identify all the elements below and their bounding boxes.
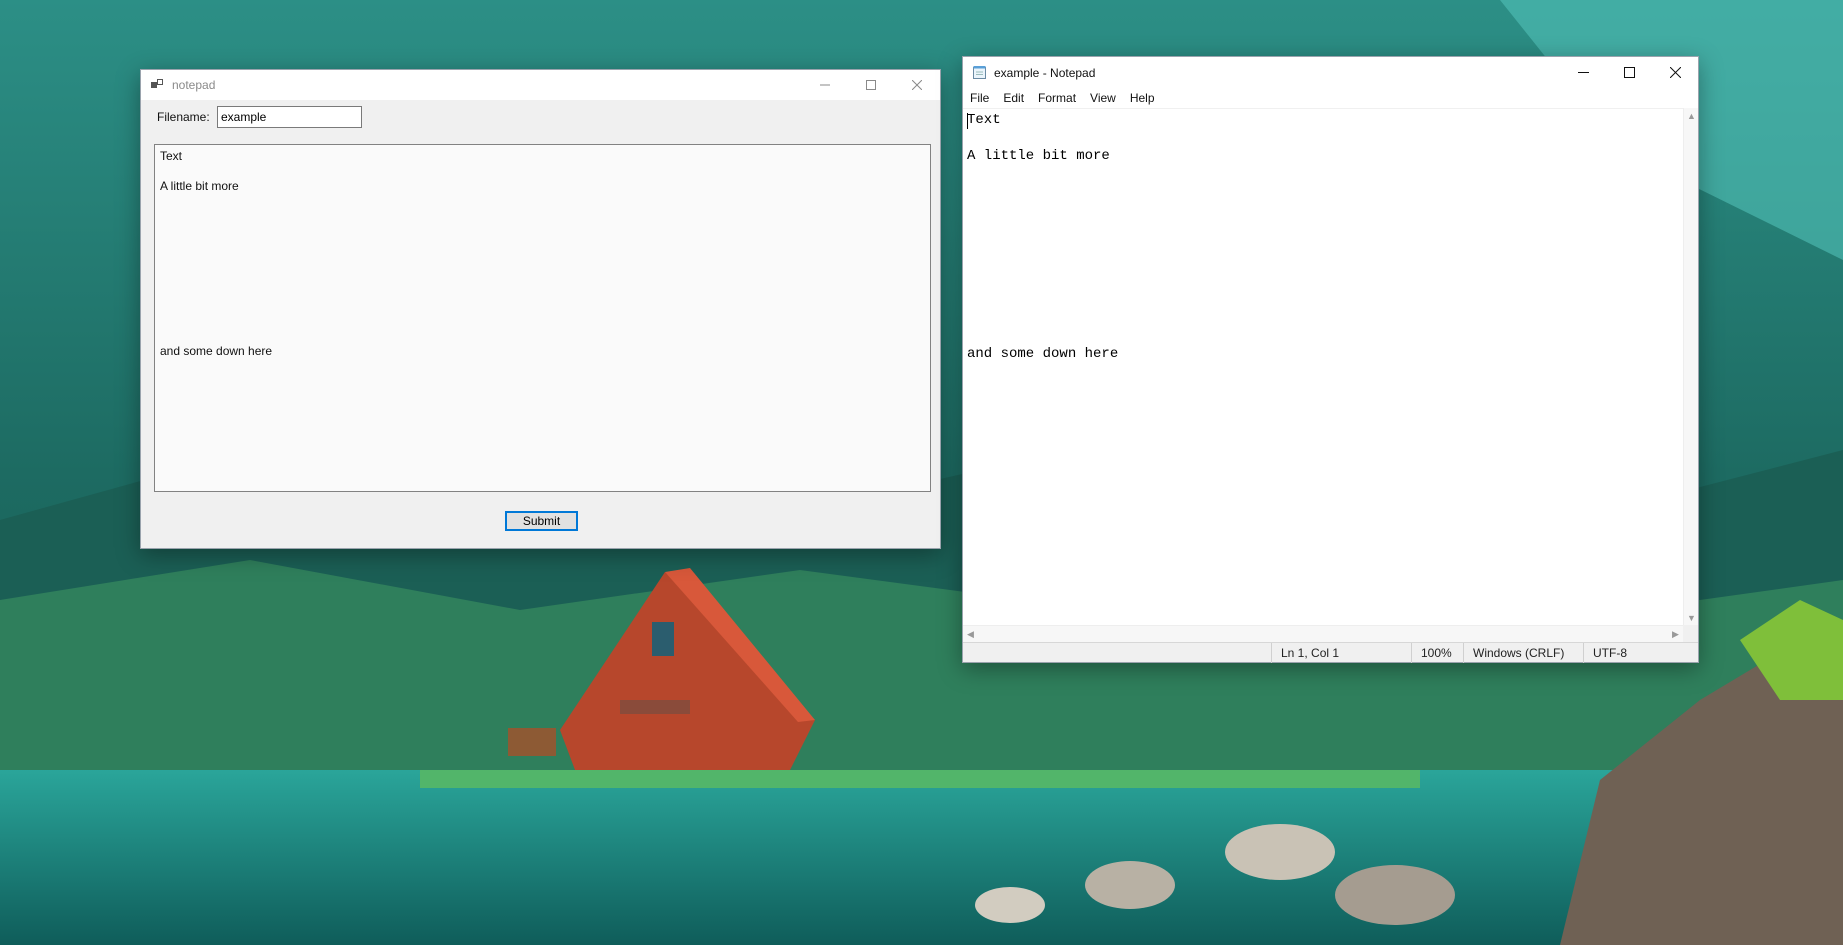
notepad-maximize-button[interactable]	[1606, 57, 1652, 87]
window-title: notepad	[172, 78, 216, 92]
menu-help[interactable]: Help	[1123, 88, 1162, 108]
status-encoding: UTF-8	[1583, 643, 1683, 663]
minimize-icon	[1577, 71, 1589, 73]
notepad-line-2: A little bit more	[967, 148, 1110, 164]
maximize-icon	[1623, 66, 1635, 78]
scroll-left-icon[interactable]: ◀	[963, 626, 978, 643]
minimize-icon	[820, 84, 830, 86]
notepad-titlebar[interactable]: example - Notepad	[963, 57, 1698, 88]
maximize-button[interactable]	[848, 70, 894, 100]
notepad-minimize-button[interactable]	[1560, 57, 1606, 87]
notepad-close-button[interactable]	[1652, 57, 1698, 87]
notepad-line-3: and some down here	[967, 346, 1119, 362]
text-line-3: and some down here	[160, 344, 273, 358]
notepad-icon	[971, 65, 987, 81]
menu-edit[interactable]: Edit	[996, 88, 1031, 108]
horizontal-scrollbar[interactable]: ◀ ▶	[963, 625, 1683, 642]
notepad-window: example - Notepad File Edit Format View …	[962, 56, 1699, 663]
status-position: Ln 1, Col 1	[1271, 643, 1411, 663]
menu-file[interactable]: File	[963, 88, 996, 108]
menu-format[interactable]: Format	[1031, 88, 1083, 108]
text-content-area[interactable]: Text A little bit more and some down her…	[154, 144, 931, 492]
menu-view[interactable]: View	[1083, 88, 1123, 108]
submit-button[interactable]: Submit	[505, 511, 578, 531]
form-window-titlebar[interactable]: notepad	[141, 70, 940, 100]
minimize-button[interactable]	[802, 70, 848, 100]
menu-bar: File Edit Format View Help	[963, 88, 1698, 108]
scroll-right-icon[interactable]: ▶	[1668, 626, 1683, 643]
app-icon	[149, 77, 165, 93]
close-button[interactable]	[894, 70, 940, 100]
scrollbar-corner	[1683, 625, 1698, 642]
vertical-scrollbar[interactable]: ▲ ▼	[1683, 108, 1698, 625]
scroll-down-icon[interactable]: ▼	[1684, 610, 1699, 625]
status-line-ending: Windows (CRLF)	[1463, 643, 1583, 663]
status-bar: Ln 1, Col 1 100% Windows (CRLF) UTF-8	[963, 642, 1698, 663]
text-line-2: A little bit more	[160, 179, 239, 193]
filename-input[interactable]	[217, 106, 362, 128]
status-zoom: 100%	[1411, 643, 1463, 663]
notepad-edit-area[interactable]: Text A little bit more and some down her…	[963, 108, 1683, 625]
text-line-1: Text	[160, 149, 183, 163]
scroll-up-icon[interactable]: ▲	[1684, 108, 1699, 123]
close-icon	[912, 80, 922, 90]
notepad-line-1: Text	[967, 112, 1001, 128]
close-icon	[1669, 66, 1681, 78]
form-window: notepad Filename: Text A little bit more…	[140, 69, 941, 549]
notepad-title: example - Notepad	[994, 65, 1096, 80]
maximize-icon	[866, 80, 876, 90]
filename-label: Filename:	[157, 110, 210, 124]
